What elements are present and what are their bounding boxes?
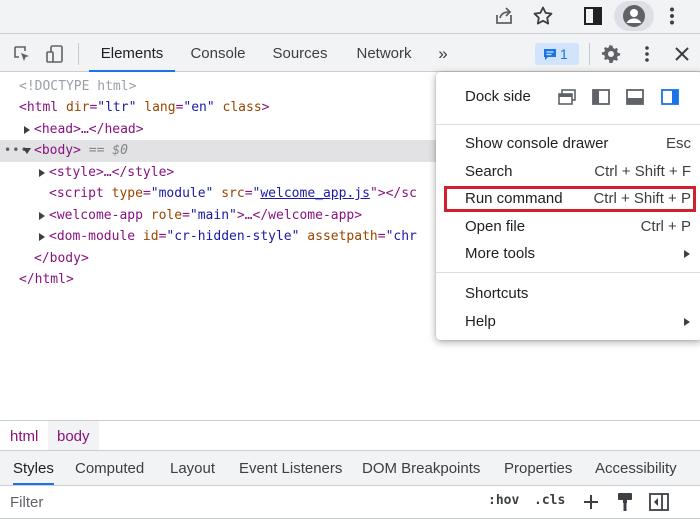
more-tabs-button[interactable]: » bbox=[431, 34, 455, 72]
toolbar-divider bbox=[78, 43, 79, 65]
element-state-paint-icon[interactable] bbox=[614, 492, 636, 512]
menu-item-shortcut: Ctrl + Shift + F bbox=[594, 163, 691, 180]
devtools-toolbar: Elements Console Sources Network » 1 bbox=[0, 33, 700, 72]
menu-divider bbox=[436, 124, 700, 125]
new-style-rule-icon[interactable] bbox=[583, 494, 599, 510]
styles-pane-tabs: Styles Computed Layout Event Listeners D… bbox=[0, 450, 700, 486]
cls-toggle-button[interactable]: .cls bbox=[534, 493, 565, 508]
hov-toggle-button[interactable]: :hov bbox=[488, 493, 519, 508]
inspect-element-icon[interactable] bbox=[12, 44, 32, 64]
dock-bottom-icon[interactable] bbox=[626, 89, 644, 105]
tab-computed[interactable]: Computed bbox=[75, 451, 144, 485]
style-tag: <style>…</style> bbox=[49, 165, 175, 180]
menu-item-label: Help bbox=[465, 313, 496, 330]
expand-arrow-icon[interactable] bbox=[39, 169, 45, 177]
tab-dom-breakpoints[interactable]: DOM Breakpoints bbox=[362, 451, 480, 485]
message-icon bbox=[544, 49, 556, 60]
settings-gear-icon[interactable] bbox=[601, 44, 621, 64]
submenu-arrow-icon bbox=[684, 318, 690, 326]
menu-item-label: Open file bbox=[465, 218, 526, 235]
filter-input[interactable] bbox=[2, 489, 462, 515]
menu-item-help[interactable]: Help bbox=[436, 309, 700, 335]
tab-layout[interactable]: Layout bbox=[170, 451, 215, 485]
tab-network[interactable]: Network bbox=[347, 34, 421, 72]
dom-module-tag: <dom-module id="cr-hidden-style" assetpa… bbox=[49, 229, 417, 244]
html-open-tag: <html dir="ltr" lang="en" class> bbox=[19, 100, 270, 115]
menu-item-label: Search bbox=[465, 163, 513, 180]
tab-console[interactable]: Console bbox=[183, 34, 253, 72]
dock-right-icon[interactable] bbox=[661, 89, 679, 105]
menu-item-label: More tools bbox=[465, 245, 536, 262]
doctype-text: <!DOCTYPE html> bbox=[19, 79, 137, 94]
tab-event-listeners[interactable]: Event Listeners bbox=[239, 451, 342, 485]
menu-item-label: Shortcuts bbox=[465, 285, 529, 302]
head-tag: <head>…</head> bbox=[34, 122, 144, 137]
avatar-icon bbox=[623, 5, 645, 27]
bookmark-star-icon[interactable] bbox=[532, 5, 554, 27]
html-close-tag: </html> bbox=[19, 272, 74, 287]
script-tag: <script type="module" src="welcome_app.j… bbox=[49, 186, 417, 201]
submenu-arrow-icon bbox=[684, 250, 690, 258]
body-open-tag: <body> == $0 bbox=[34, 143, 128, 158]
customize-devtools-icon[interactable] bbox=[637, 44, 657, 64]
styles-filter-bar: :hov .cls bbox=[0, 486, 700, 519]
share-icon[interactable] bbox=[493, 5, 515, 27]
menu-item-search[interactable]: Search Ctrl + Shift + F bbox=[436, 159, 700, 185]
menu-item-open-file[interactable]: Open file Ctrl + P bbox=[436, 214, 700, 240]
browser-toolbar bbox=[0, 0, 700, 33]
device-toolbar-icon[interactable] bbox=[45, 44, 65, 64]
menu-item-shortcut: Esc bbox=[665, 135, 691, 152]
tab-properties[interactable]: Properties bbox=[504, 451, 572, 485]
collapse-arrow-icon[interactable] bbox=[23, 148, 31, 154]
welcome-app-tag: <welcome-app role="main">…</welcome-app> bbox=[49, 208, 363, 223]
menu-item-label: Show console drawer bbox=[465, 135, 609, 152]
undock-window-icon[interactable] bbox=[558, 89, 576, 105]
side-panel-icon[interactable] bbox=[582, 5, 604, 27]
tab-accessibility[interactable]: Accessibility bbox=[595, 451, 677, 485]
expand-arrow-icon[interactable] bbox=[24, 126, 30, 134]
expand-arrow-icon[interactable] bbox=[39, 212, 45, 220]
run-command-highlight-box bbox=[444, 186, 696, 212]
breadcrumb-body[interactable]: body bbox=[48, 421, 99, 450]
kebab-menu-icon[interactable] bbox=[661, 5, 683, 27]
dock-left-icon[interactable] bbox=[592, 89, 610, 105]
issues-count: 1 bbox=[560, 46, 568, 62]
tab-elements[interactable]: Elements bbox=[89, 34, 175, 72]
menu-item-show-console-drawer[interactable]: Show console drawer Esc bbox=[436, 131, 700, 157]
menu-item-shortcuts[interactable]: Shortcuts bbox=[436, 281, 700, 307]
toolbar-divider bbox=[589, 43, 590, 65]
tab-sources[interactable]: Sources bbox=[264, 34, 336, 72]
menu-item-shortcut: Ctrl + P bbox=[640, 218, 691, 235]
expand-arrow-icon[interactable] bbox=[39, 233, 45, 241]
breadcrumb: html body bbox=[0, 420, 700, 450]
menu-item-more-tools[interactable]: More tools bbox=[436, 241, 700, 267]
tab-styles[interactable]: Styles bbox=[13, 451, 54, 485]
breadcrumb-html[interactable]: html bbox=[1, 421, 47, 450]
script-src-link[interactable]: welcome_app.js bbox=[260, 186, 370, 201]
close-icon[interactable] bbox=[672, 44, 692, 64]
toggle-sidebar-icon[interactable] bbox=[649, 493, 669, 511]
body-close-tag: </body> bbox=[34, 251, 89, 266]
dock-side-label: Dock side bbox=[465, 88, 531, 105]
menu-divider bbox=[436, 272, 700, 273]
issues-badge[interactable]: 1 bbox=[535, 43, 579, 65]
